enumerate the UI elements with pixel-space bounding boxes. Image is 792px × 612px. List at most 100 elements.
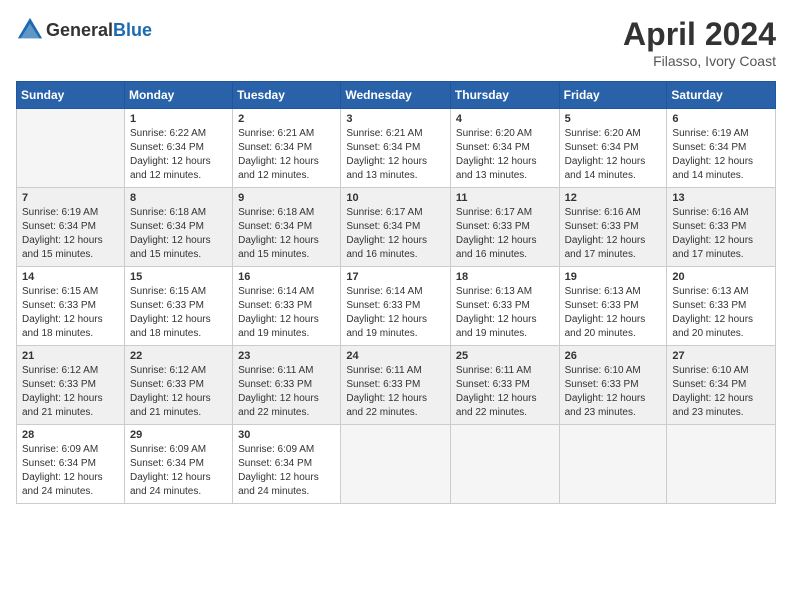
header-tuesday: Tuesday [233, 82, 341, 109]
page-header: GeneralBlue April 2024 Filasso, Ivory Co… [16, 16, 776, 69]
day-cell-1-1: 8 Sunrise: 6:18 AMSunset: 6:34 PMDayligh… [124, 188, 232, 267]
month-title: April 2024 [623, 16, 776, 53]
day-cell-3-0: 21 Sunrise: 6:12 AMSunset: 6:33 PMDaylig… [17, 346, 125, 425]
day-cell-4-3 [341, 425, 451, 504]
day-info: Sunrise: 6:11 AMSunset: 6:33 PMDaylight:… [238, 364, 335, 420]
day-number: 26 [565, 350, 662, 362]
day-number: 3 [346, 113, 445, 125]
day-info: Sunrise: 6:16 AMSunset: 6:33 PMDaylight:… [565, 206, 662, 262]
day-cell-4-5 [559, 425, 667, 504]
day-info: Sunrise: 6:20 AMSunset: 6:34 PMDaylight:… [456, 127, 554, 183]
day-number: 2 [238, 113, 335, 125]
day-info: Sunrise: 6:19 AMSunset: 6:34 PMDaylight:… [22, 206, 119, 262]
day-number: 25 [456, 350, 554, 362]
day-number: 5 [565, 113, 662, 125]
day-cell-1-3: 10 Sunrise: 6:17 AMSunset: 6:34 PMDaylig… [341, 188, 451, 267]
day-cell-2-1: 15 Sunrise: 6:15 AMSunset: 6:33 PMDaylig… [124, 267, 232, 346]
week-row-1: 1 Sunrise: 6:22 AMSunset: 6:34 PMDayligh… [17, 109, 776, 188]
day-cell-2-0: 14 Sunrise: 6:15 AMSunset: 6:33 PMDaylig… [17, 267, 125, 346]
logo-icon [16, 16, 44, 44]
day-info: Sunrise: 6:14 AMSunset: 6:33 PMDaylight:… [238, 285, 335, 341]
day-number: 4 [456, 113, 554, 125]
day-info: Sunrise: 6:14 AMSunset: 6:33 PMDaylight:… [346, 285, 445, 341]
day-cell-3-4: 25 Sunrise: 6:11 AMSunset: 6:33 PMDaylig… [450, 346, 559, 425]
header-friday: Friday [559, 82, 667, 109]
day-number: 20 [672, 271, 770, 283]
day-info: Sunrise: 6:13 AMSunset: 6:33 PMDaylight:… [672, 285, 770, 341]
day-info: Sunrise: 6:09 AMSunset: 6:34 PMDaylight:… [238, 443, 335, 499]
day-cell-0-2: 2 Sunrise: 6:21 AMSunset: 6:34 PMDayligh… [233, 109, 341, 188]
day-info: Sunrise: 6:17 AMSunset: 6:33 PMDaylight:… [456, 206, 554, 262]
day-cell-2-6: 20 Sunrise: 6:13 AMSunset: 6:33 PMDaylig… [667, 267, 776, 346]
calendar-header-row: Sunday Monday Tuesday Wednesday Thursday… [17, 82, 776, 109]
location: Filasso, Ivory Coast [623, 53, 776, 69]
calendar-table: Sunday Monday Tuesday Wednesday Thursday… [16, 81, 776, 504]
day-info: Sunrise: 6:16 AMSunset: 6:33 PMDaylight:… [672, 206, 770, 262]
day-number: 29 [130, 429, 227, 441]
title-area: April 2024 Filasso, Ivory Coast [623, 16, 776, 69]
header-thursday: Thursday [450, 82, 559, 109]
day-number: 24 [346, 350, 445, 362]
day-number: 12 [565, 192, 662, 204]
day-info: Sunrise: 6:13 AMSunset: 6:33 PMDaylight:… [565, 285, 662, 341]
day-number: 21 [22, 350, 119, 362]
header-wednesday: Wednesday [341, 82, 451, 109]
day-number: 9 [238, 192, 335, 204]
day-number: 16 [238, 271, 335, 283]
day-info: Sunrise: 6:21 AMSunset: 6:34 PMDaylight:… [346, 127, 445, 183]
day-number: 30 [238, 429, 335, 441]
day-info: Sunrise: 6:20 AMSunset: 6:34 PMDaylight:… [565, 127, 662, 183]
day-cell-0-3: 3 Sunrise: 6:21 AMSunset: 6:34 PMDayligh… [341, 109, 451, 188]
day-cell-3-5: 26 Sunrise: 6:10 AMSunset: 6:33 PMDaylig… [559, 346, 667, 425]
day-cell-0-4: 4 Sunrise: 6:20 AMSunset: 6:34 PMDayligh… [450, 109, 559, 188]
logo-general: General [46, 20, 113, 40]
day-number: 1 [130, 113, 227, 125]
day-cell-1-2: 9 Sunrise: 6:18 AMSunset: 6:34 PMDayligh… [233, 188, 341, 267]
day-number: 7 [22, 192, 119, 204]
day-cell-1-4: 11 Sunrise: 6:17 AMSunset: 6:33 PMDaylig… [450, 188, 559, 267]
day-cell-0-1: 1 Sunrise: 6:22 AMSunset: 6:34 PMDayligh… [124, 109, 232, 188]
day-info: Sunrise: 6:22 AMSunset: 6:34 PMDaylight:… [130, 127, 227, 183]
day-info: Sunrise: 6:18 AMSunset: 6:34 PMDaylight:… [238, 206, 335, 262]
day-cell-4-4 [450, 425, 559, 504]
day-info: Sunrise: 6:09 AMSunset: 6:34 PMDaylight:… [22, 443, 119, 499]
day-number: 19 [565, 271, 662, 283]
day-cell-3-2: 23 Sunrise: 6:11 AMSunset: 6:33 PMDaylig… [233, 346, 341, 425]
day-number: 8 [130, 192, 227, 204]
day-info: Sunrise: 6:10 AMSunset: 6:33 PMDaylight:… [565, 364, 662, 420]
day-number: 15 [130, 271, 227, 283]
week-row-5: 28 Sunrise: 6:09 AMSunset: 6:34 PMDaylig… [17, 425, 776, 504]
day-number: 22 [130, 350, 227, 362]
day-info: Sunrise: 6:21 AMSunset: 6:34 PMDaylight:… [238, 127, 335, 183]
day-cell-0-5: 5 Sunrise: 6:20 AMSunset: 6:34 PMDayligh… [559, 109, 667, 188]
day-number: 13 [672, 192, 770, 204]
week-row-4: 21 Sunrise: 6:12 AMSunset: 6:33 PMDaylig… [17, 346, 776, 425]
week-row-2: 7 Sunrise: 6:19 AMSunset: 6:34 PMDayligh… [17, 188, 776, 267]
day-info: Sunrise: 6:11 AMSunset: 6:33 PMDaylight:… [346, 364, 445, 420]
header-sunday: Sunday [17, 82, 125, 109]
day-cell-0-6: 6 Sunrise: 6:19 AMSunset: 6:34 PMDayligh… [667, 109, 776, 188]
day-number: 14 [22, 271, 119, 283]
day-info: Sunrise: 6:17 AMSunset: 6:34 PMDaylight:… [346, 206, 445, 262]
week-row-3: 14 Sunrise: 6:15 AMSunset: 6:33 PMDaylig… [17, 267, 776, 346]
day-cell-4-2: 30 Sunrise: 6:09 AMSunset: 6:34 PMDaylig… [233, 425, 341, 504]
header-saturday: Saturday [667, 82, 776, 109]
day-number: 10 [346, 192, 445, 204]
day-cell-2-3: 17 Sunrise: 6:14 AMSunset: 6:33 PMDaylig… [341, 267, 451, 346]
day-number: 11 [456, 192, 554, 204]
day-cell-2-5: 19 Sunrise: 6:13 AMSunset: 6:33 PMDaylig… [559, 267, 667, 346]
day-cell-2-4: 18 Sunrise: 6:13 AMSunset: 6:33 PMDaylig… [450, 267, 559, 346]
logo: GeneralBlue [16, 16, 152, 44]
day-number: 28 [22, 429, 119, 441]
day-cell-2-2: 16 Sunrise: 6:14 AMSunset: 6:33 PMDaylig… [233, 267, 341, 346]
day-info: Sunrise: 6:13 AMSunset: 6:33 PMDaylight:… [456, 285, 554, 341]
logo-text: GeneralBlue [46, 20, 152, 41]
day-cell-3-6: 27 Sunrise: 6:10 AMSunset: 6:34 PMDaylig… [667, 346, 776, 425]
day-cell-1-0: 7 Sunrise: 6:19 AMSunset: 6:34 PMDayligh… [17, 188, 125, 267]
day-number: 23 [238, 350, 335, 362]
day-cell-0-0 [17, 109, 125, 188]
day-cell-3-3: 24 Sunrise: 6:11 AMSunset: 6:33 PMDaylig… [341, 346, 451, 425]
day-info: Sunrise: 6:15 AMSunset: 6:33 PMDaylight:… [130, 285, 227, 341]
logo-blue: Blue [113, 20, 152, 40]
day-cell-4-1: 29 Sunrise: 6:09 AMSunset: 6:34 PMDaylig… [124, 425, 232, 504]
